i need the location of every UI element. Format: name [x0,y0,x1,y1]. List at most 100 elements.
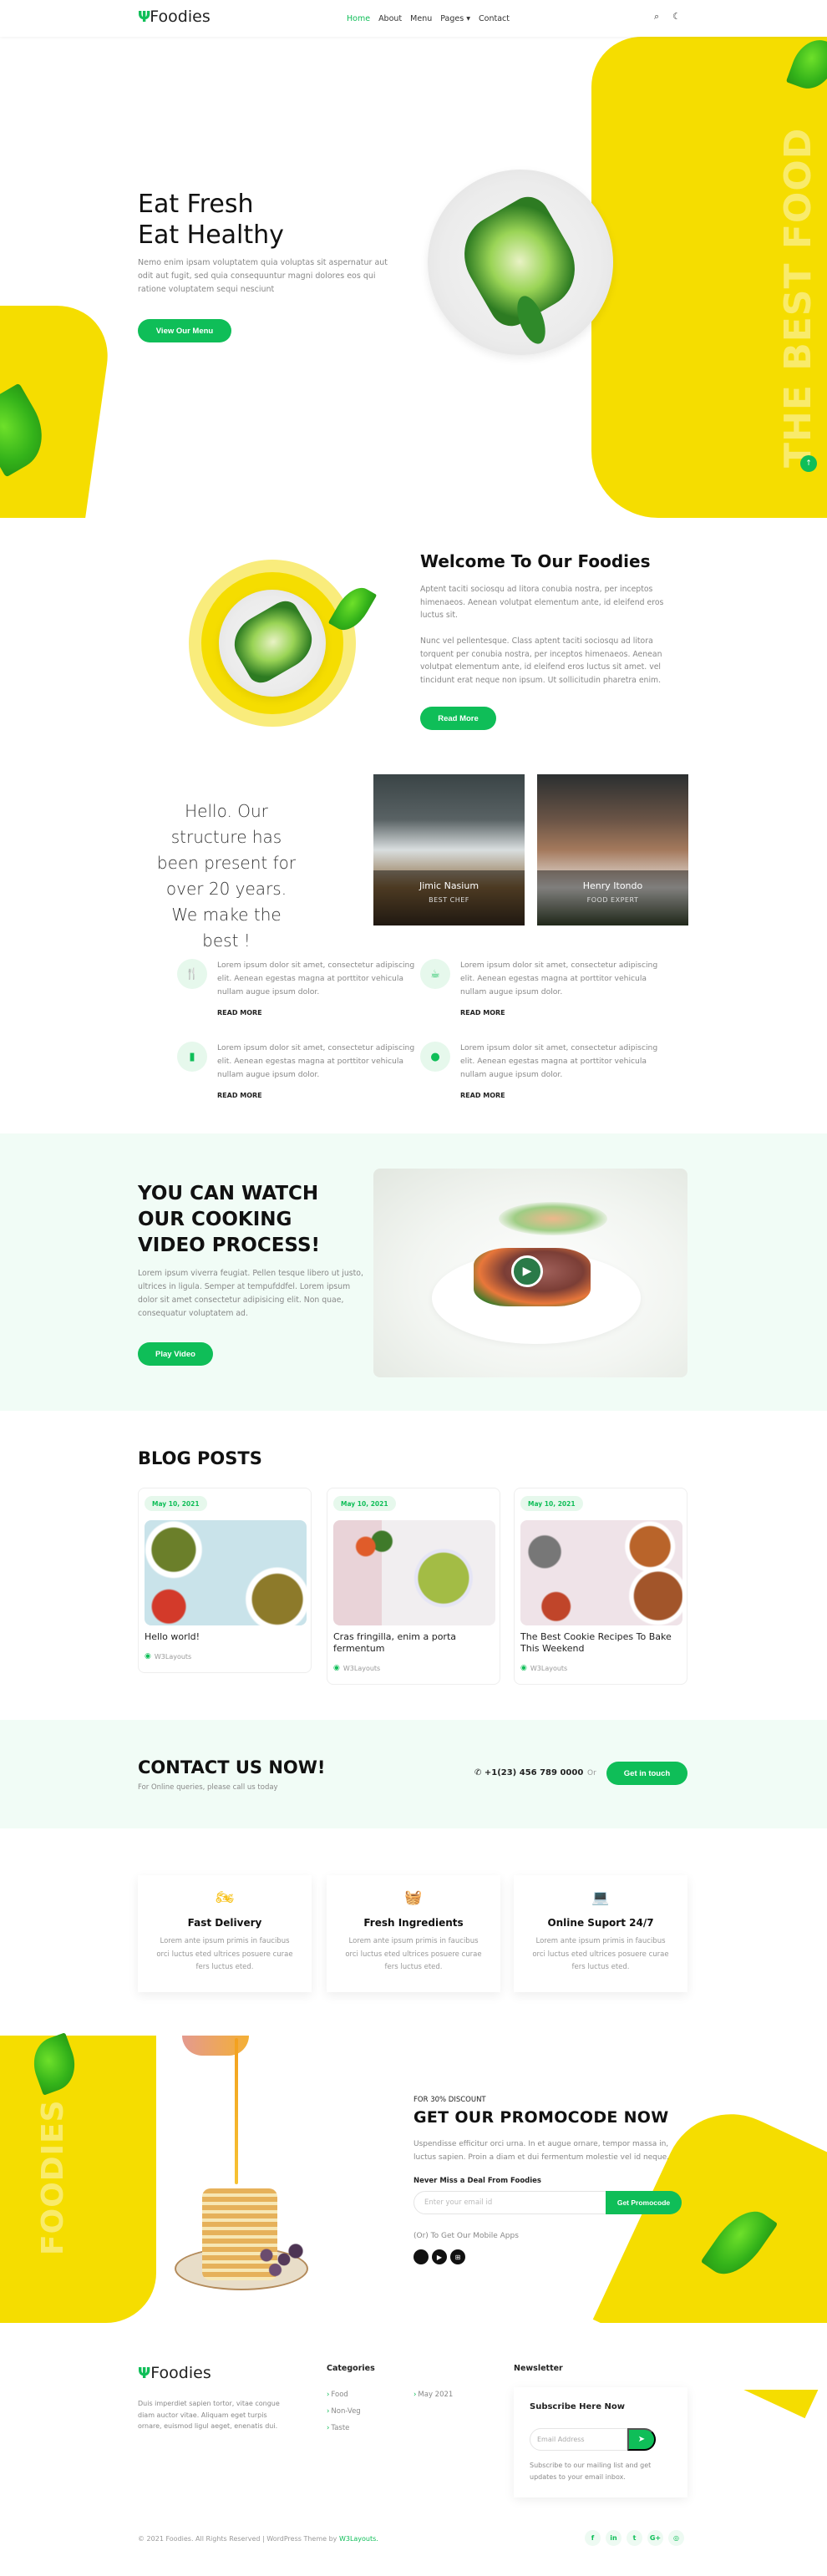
promo-title: GET OUR PROMOCODE NOW [414,2108,669,2127]
feature-read-more-link[interactable]: READ MORE [217,1092,262,1099]
footer-logo[interactable]: Ψ Foodies [138,2364,211,2382]
feature-read-more-link[interactable]: READ MORE [460,1092,505,1099]
play-video-button[interactable]: Play Video [138,1342,213,1366]
newsletter-email-input[interactable] [530,2428,627,2451]
service-text: Lorem ante ipsum primis in faucibus orci… [156,1937,293,1971]
contact-subtitle: For Online queries, please call us today [138,1783,278,1792]
google-plus-icon[interactable]: G+ [647,2530,663,2546]
category-link-label: Food [331,2391,348,2399]
chevron-right-icon: › [327,2407,330,2416]
post-author: ◉ W3Layouts [333,1664,380,1672]
promo-text: Uspendisse efficitur orci urna. In et au… [414,2140,669,2162]
video-text: Lorem ipsum viverra feugiat. Pellen tesq… [138,1269,363,1318]
user-icon: ◉ [520,1664,527,1672]
feature-text: Lorem ipsum dolor sit amet, consectetur … [217,1043,415,1079]
play-icon[interactable]: ▶ [511,1255,543,1287]
github-icon[interactable]: ◎ [668,2530,684,2546]
social-links: f in t G+ ◎ [585,2530,684,2546]
blog-card[interactable]: May 10, 2021 The Best Cookie Recipes To … [514,1488,687,1685]
service-card: 🏍 Fast Delivery Lorem ante ipsum primis … [138,1875,312,1992]
welcome-paragraph-2: Nunc vel pellentesque. Class aptent taci… [420,636,662,685]
promo-bottom-mask [0,2323,827,2390]
coffee-cup-icon: ☕ [420,959,450,989]
newsletter-text: Subscribe to our mailing list and get up… [530,2462,652,2481]
app-store-links: ▶ ⊞ [414,2249,465,2264]
theme-toggle-icon[interactable]: ☾ [672,11,681,23]
feature-text: Lorem ipsum dolor sit amet, consectetur … [460,1043,658,1079]
category-link-taste[interactable]: › Taste [327,2424,349,2432]
nav-about[interactable]: About [378,14,402,23]
welcome-title-prefix: Welcome To Our [420,551,578,571]
twitter-icon[interactable]: t [627,2530,642,2546]
windows-store-icon[interactable]: ⊞ [450,2249,465,2264]
post-image[interactable] [333,1520,495,1625]
archive-link[interactable]: › May 2021 [414,2391,453,2399]
post-title[interactable]: Cras fringilla, enim a porta fermentum [333,1631,495,1655]
hero-title: Eat Fresh Eat Healthy [138,189,284,251]
chef-name: Jimic Nasium [419,880,479,891]
logo[interactable]: Ψ Foodies [138,8,211,26]
post-date-badge: May 10, 2021 [333,1496,396,1511]
post-author-name: W3Layouts [342,1664,381,1672]
post-title[interactable]: Hello world! [145,1631,307,1643]
mobile-apps-text: (Or) To Get Our Mobile Apps [414,2232,519,2240]
service-title: Online Suport 24/7 [547,1917,654,1929]
service-card: 🧺 Fresh Ingredients Lorem ante ipsum pri… [327,1875,500,1992]
category-link-food[interactable]: › Food [327,2391,348,2399]
cutlery-icon: Ψ [138,8,150,26]
chef-role: FOOD EXPERT [586,896,639,904]
category-link-label: Taste [331,2424,350,2432]
nav-menu[interactable]: Menu [410,14,432,23]
feature-read-more-link[interactable]: READ MORE [217,1009,262,1017]
footer-about-text: Duis imperdiet sapien tortor, vitae cong… [138,2400,280,2430]
google-play-icon[interactable]: ▶ [432,2249,447,2264]
facebook-icon[interactable]: f [585,2530,601,2546]
chef-card[interactable]: Henry Itondo FOOD EXPERT [537,774,688,925]
post-author-name: W3Layouts [530,1664,568,1672]
category-link-non-veg[interactable]: › Non-Veg [327,2407,361,2416]
archive-link-label: May 2021 [418,2391,454,2399]
blog-card[interactable]: May 10, 2021 Hello world! ◉ W3Layouts [138,1488,312,1673]
linkedin-icon[interactable]: in [606,2530,622,2546]
promo-vertical-text: FOODIES [36,2099,70,2255]
mug-icon: ▮ [177,1042,207,1072]
back-to-top-button[interactable]: ↑ [800,455,817,472]
send-icon[interactable]: ➤ [627,2428,656,2451]
honey-drizzle [235,2038,238,2184]
copyright: © 2021 Foodies. All Rights Reserved | Wo… [138,2535,378,2543]
service-card: 💻 Online Suport 24/7 Lorem ante ipsum pr… [514,1875,687,1992]
read-more-button[interactable]: Read More [420,707,496,730]
promo-form-label: Never Miss a Deal From Foodies [414,2177,541,2185]
nav-pages[interactable]: Pages ▾ [440,14,470,23]
w3layouts-link[interactable]: W3Layouts. [339,2535,378,2543]
contact-title: CONTACT US NOW! [138,1757,326,1777]
video-title: YOU CAN WATCH OUR COOKING VIDEO PROCESS! [138,1183,321,1256]
post-title[interactable]: The Best Cookie Recipes To Bake This Wee… [520,1631,682,1655]
feature-read-more-link[interactable]: READ MORE [460,1009,505,1017]
service-title: Fast Delivery [187,1917,262,1929]
post-image[interactable] [145,1520,307,1625]
get-promocode-button[interactable]: Get Promocode [606,2191,682,2214]
service-text: Lorem ante ipsum primis in faucibus orci… [345,1937,482,1971]
nav-contact[interactable]: Contact [479,14,510,23]
nav-home[interactable]: Home [347,14,370,23]
apple-store-icon[interactable] [414,2249,429,2264]
contact-or-text: Or [587,1769,596,1777]
chef-card[interactable]: Jimic Nasium BEST CHEF [373,774,525,925]
promo-yellow-left-shape [0,2036,156,2323]
subscribe-title: Subscribe Here Now [530,2402,625,2411]
welcome-paragraph-1: Aptent taciti sociosqu ad litora conubia… [420,585,664,621]
footer-logo-text: Foodies [150,2364,211,2382]
user-icon: ◉ [333,1664,340,1672]
get-in-touch-button[interactable]: Get in touch [606,1762,687,1785]
promo-email-input[interactable] [414,2191,610,2214]
welcome-title: Welcome To Our Foodies [420,551,650,571]
search-icon[interactable]: ⌕ [654,11,659,23]
feature-text: Lorem ipsum dolor sit amet, consectetur … [217,961,415,996]
phone-link[interactable]: ✆ +1(23) 456 789 0000 [474,1768,583,1777]
blog-card[interactable]: May 10, 2021 Cras fringilla, enim a port… [327,1488,500,1685]
chevron-right-icon: › [414,2391,417,2399]
chef-info: Jimic Nasium BEST CHEF [373,870,525,925]
post-image[interactable] [520,1520,682,1625]
view-menu-button[interactable]: View Our Menu [138,319,231,342]
